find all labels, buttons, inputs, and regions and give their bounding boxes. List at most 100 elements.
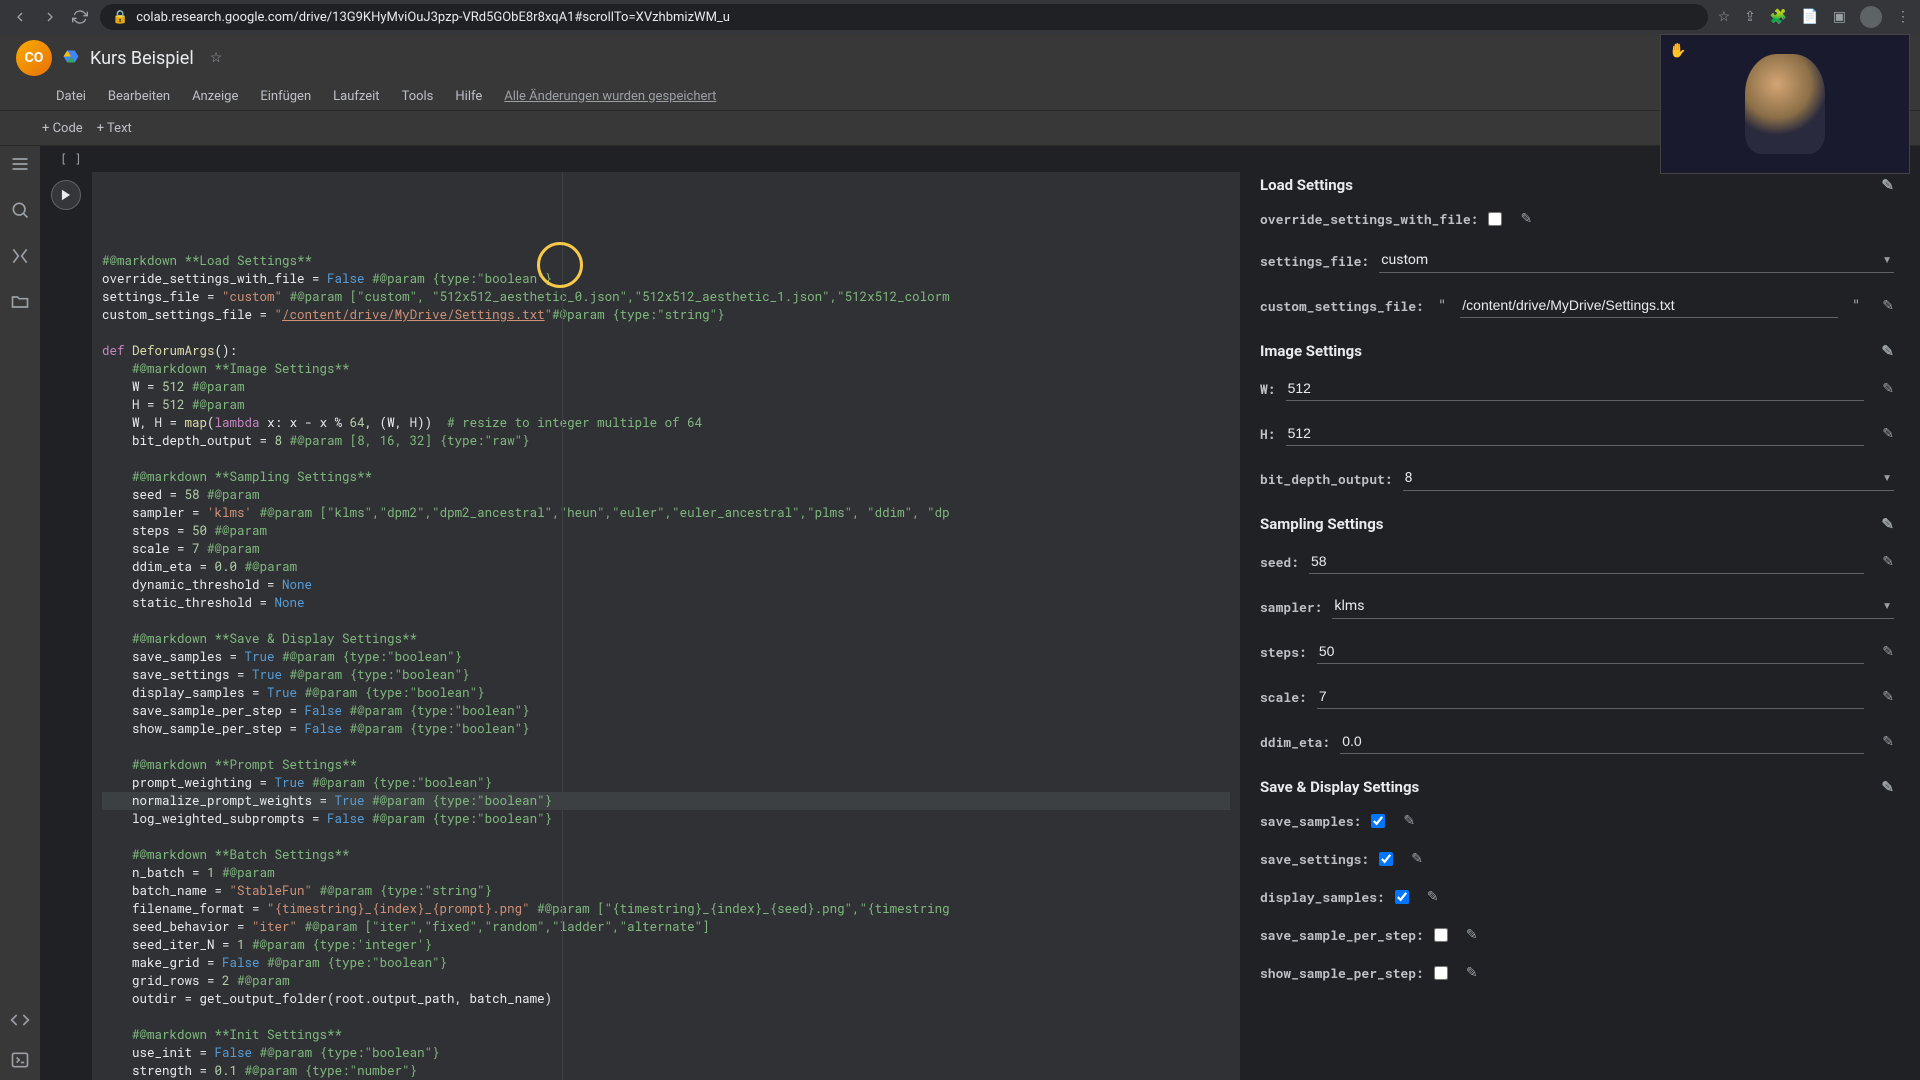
menu-datei[interactable]: Datei bbox=[56, 89, 86, 104]
forward-button[interactable] bbox=[40, 7, 60, 27]
add-code-button[interactable]: + Code bbox=[42, 121, 83, 136]
label-w: W: bbox=[1260, 380, 1276, 398]
edit-icon[interactable]: ✎ bbox=[1466, 927, 1478, 943]
colab-logo-icon[interactable]: CO bbox=[16, 40, 52, 76]
edit-icon[interactable]: ✎ bbox=[1882, 381, 1894, 397]
input-w[interactable] bbox=[1286, 376, 1865, 401]
label-save-samples: save_samples: bbox=[1260, 812, 1361, 830]
edit-icon[interactable]: ✎ bbox=[1881, 176, 1894, 194]
select-settings-file[interactable]: custom▼ bbox=[1379, 248, 1894, 273]
edit-icon[interactable]: ✎ bbox=[1881, 778, 1894, 796]
extensions-icon[interactable]: 🧩 bbox=[1770, 9, 1787, 25]
edit-icon[interactable]: ✎ bbox=[1882, 426, 1894, 442]
edit-icon[interactable]: ✎ bbox=[1881, 342, 1894, 360]
ruler-line bbox=[562, 172, 563, 1080]
code-cell-area: [ ] #@markdown **Load Settings**override… bbox=[40, 146, 1240, 1080]
edit-icon[interactable]: ✎ bbox=[1403, 813, 1415, 829]
url-bar[interactable]: 🔒 colab.research.google.com/drive/13G9KH… bbox=[100, 4, 1708, 30]
variables-icon[interactable] bbox=[10, 246, 30, 266]
chevron-down-icon: ▼ bbox=[1882, 473, 1892, 484]
edit-icon[interactable]: ✎ bbox=[1882, 689, 1894, 705]
section-image-settings: Image Settings bbox=[1260, 342, 1362, 360]
bookmark-icon[interactable]: ☆ bbox=[1718, 9, 1731, 25]
input-seed[interactable] bbox=[1309, 549, 1864, 574]
edit-icon[interactable]: ✎ bbox=[1427, 889, 1439, 905]
edit-icon[interactable]: ✎ bbox=[1466, 965, 1478, 981]
webcam-person bbox=[1745, 54, 1825, 154]
profile-avatar[interactable] bbox=[1860, 6, 1882, 28]
files-icon[interactable] bbox=[10, 292, 30, 312]
section-load-settings: Load Settings bbox=[1260, 176, 1353, 194]
browser-bar: 🔒 colab.research.google.com/drive/13G9KH… bbox=[0, 0, 1920, 34]
form-panel: Load Settings ✎ override_settings_with_fi… bbox=[1240, 146, 1920, 1080]
reading-list-icon[interactable]: 📄 bbox=[1801, 9, 1818, 25]
tabs-icon[interactable]: ▣ bbox=[1833, 9, 1846, 25]
search-icon[interactable] bbox=[10, 200, 30, 220]
section-sampling-settings: Sampling Settings bbox=[1260, 515, 1383, 533]
select-sampler[interactable]: klms▼ bbox=[1332, 594, 1894, 619]
label-save-sample-per-step: save_sample_per_step: bbox=[1260, 926, 1424, 944]
colab-header: CO Kurs Beispiel ☆ bbox=[0, 34, 1920, 82]
save-status[interactable]: Alle Änderungen wurden gespeichert bbox=[504, 89, 716, 104]
edit-icon[interactable]: ✎ bbox=[1882, 554, 1894, 570]
label-steps: steps: bbox=[1260, 643, 1307, 661]
chevron-down-icon: ▼ bbox=[1882, 255, 1892, 266]
checkbox-save-settings[interactable] bbox=[1379, 852, 1393, 866]
checkbox-save-samples[interactable] bbox=[1371, 814, 1385, 828]
section-save-display: Save & Display Settings bbox=[1260, 778, 1419, 796]
input-ddim-eta[interactable] bbox=[1340, 729, 1864, 754]
drive-doc-icon bbox=[62, 49, 80, 67]
label-seed: seed: bbox=[1260, 553, 1299, 571]
edit-icon[interactable]: ✎ bbox=[1520, 211, 1532, 227]
label-display-samples: display_samples: bbox=[1260, 888, 1385, 906]
menu-icon[interactable]: ⋮ bbox=[1896, 9, 1910, 25]
label-ddim-eta: ddim_eta: bbox=[1260, 733, 1330, 751]
url-text: colab.research.google.com/drive/13G9KHyM… bbox=[136, 10, 730, 25]
label-scale: scale: bbox=[1260, 688, 1307, 706]
input-h[interactable] bbox=[1286, 421, 1865, 446]
toolbar: + Code + Text bbox=[0, 110, 1920, 146]
input-custom-settings[interactable] bbox=[1460, 293, 1838, 318]
checkbox-override[interactable] bbox=[1488, 212, 1502, 226]
edit-icon[interactable]: ✎ bbox=[1881, 515, 1894, 533]
run-cell-button[interactable] bbox=[51, 180, 81, 210]
menu-bearbeiten[interactable]: Bearbeiten bbox=[108, 89, 170, 104]
terminal-icon[interactable] bbox=[10, 1050, 30, 1070]
label-h: H: bbox=[1260, 425, 1276, 443]
back-button[interactable] bbox=[10, 7, 30, 27]
edit-icon[interactable]: ✎ bbox=[1411, 851, 1423, 867]
share-icon[interactable]: ⇪ bbox=[1744, 9, 1756, 25]
hand-icon: ✋ bbox=[1669, 43, 1686, 59]
edit-icon[interactable]: ✎ bbox=[1882, 298, 1894, 314]
menu-hilfe[interactable]: Hilfe bbox=[455, 89, 482, 104]
chevron-down-icon: ▼ bbox=[1882, 601, 1892, 612]
menu-laufzeit[interactable]: Laufzeit bbox=[333, 89, 379, 104]
left-rail bbox=[0, 146, 40, 1080]
star-icon[interactable]: ☆ bbox=[210, 50, 223, 66]
label-bit-depth: bit_depth_output: bbox=[1260, 470, 1393, 488]
code-editor[interactable]: #@markdown **Load Settings**override_set… bbox=[92, 172, 1240, 1080]
toc-icon[interactable] bbox=[10, 154, 30, 174]
webcam-overlay: ✋ bbox=[1660, 34, 1910, 174]
checkbox-show-sample-per-step[interactable] bbox=[1434, 966, 1448, 980]
code-snippets-icon[interactable] bbox=[10, 1010, 30, 1030]
menu-tools[interactable]: Tools bbox=[402, 89, 434, 104]
checkbox-save-sample-per-step[interactable] bbox=[1434, 928, 1448, 942]
label-show-sample-per-step: show_sample_per_step: bbox=[1260, 964, 1424, 982]
edit-icon[interactable]: ✎ bbox=[1882, 644, 1894, 660]
menu-anzeige[interactable]: Anzeige bbox=[192, 89, 238, 104]
input-steps[interactable] bbox=[1317, 639, 1864, 664]
add-text-button[interactable]: + Text bbox=[97, 121, 132, 136]
document-title[interactable]: Kurs Beispiel bbox=[90, 48, 194, 69]
checkbox-display-samples[interactable] bbox=[1395, 890, 1409, 904]
cell-prefix: [ ] bbox=[40, 146, 1240, 172]
select-bit-depth[interactable]: 8▼ bbox=[1403, 466, 1894, 491]
menu-einfuegen[interactable]: Einfügen bbox=[260, 89, 311, 104]
label-override: override_settings_with_file: bbox=[1260, 210, 1478, 228]
lock-icon: 🔒 bbox=[112, 10, 128, 25]
menu-bar: Datei Bearbeiten Anzeige Einfügen Laufze… bbox=[0, 82, 1920, 110]
label-save-settings: save_settings: bbox=[1260, 850, 1369, 868]
edit-icon[interactable]: ✎ bbox=[1882, 734, 1894, 750]
input-scale[interactable] bbox=[1317, 684, 1864, 709]
reload-button[interactable] bbox=[70, 7, 90, 27]
